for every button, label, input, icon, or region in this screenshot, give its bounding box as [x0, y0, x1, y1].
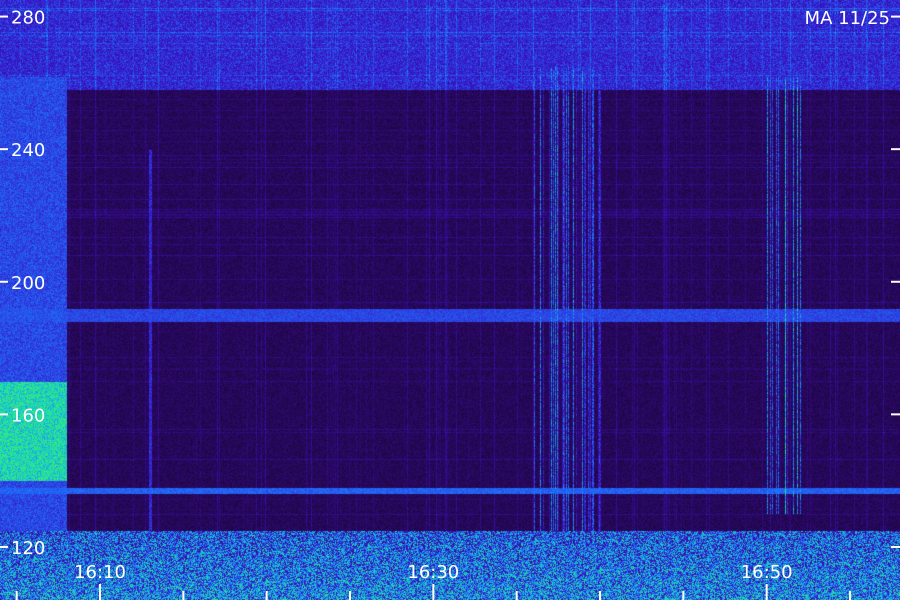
x-tick-label: 16:30	[407, 562, 459, 583]
x-tick-label: 16:50	[741, 562, 793, 583]
y-tick-label: 200	[11, 273, 45, 294]
chart-overlay: 120 160 200 240 280 16:10 16:30 16:50 MA 11/25	[0, 8, 900, 600]
y-tick-label: 280	[11, 8, 45, 29]
y-tick-label: 160	[11, 405, 45, 426]
date-stamp: MA 11/25	[805, 8, 890, 29]
spectrogram-chart: 120 160 200 240 280 16:10 16:30 16:50 MA 11/25	[0, 0, 900, 600]
x-axis-ticks: 16:10 16:30 16:50	[15, 562, 851, 600]
y-axis-ticks: 120 160 200 240 280	[0, 8, 900, 559]
y-tick-label: 120	[11, 538, 45, 559]
x-tick-label: 16:10	[74, 562, 126, 583]
y-tick-label: 240	[11, 140, 45, 161]
